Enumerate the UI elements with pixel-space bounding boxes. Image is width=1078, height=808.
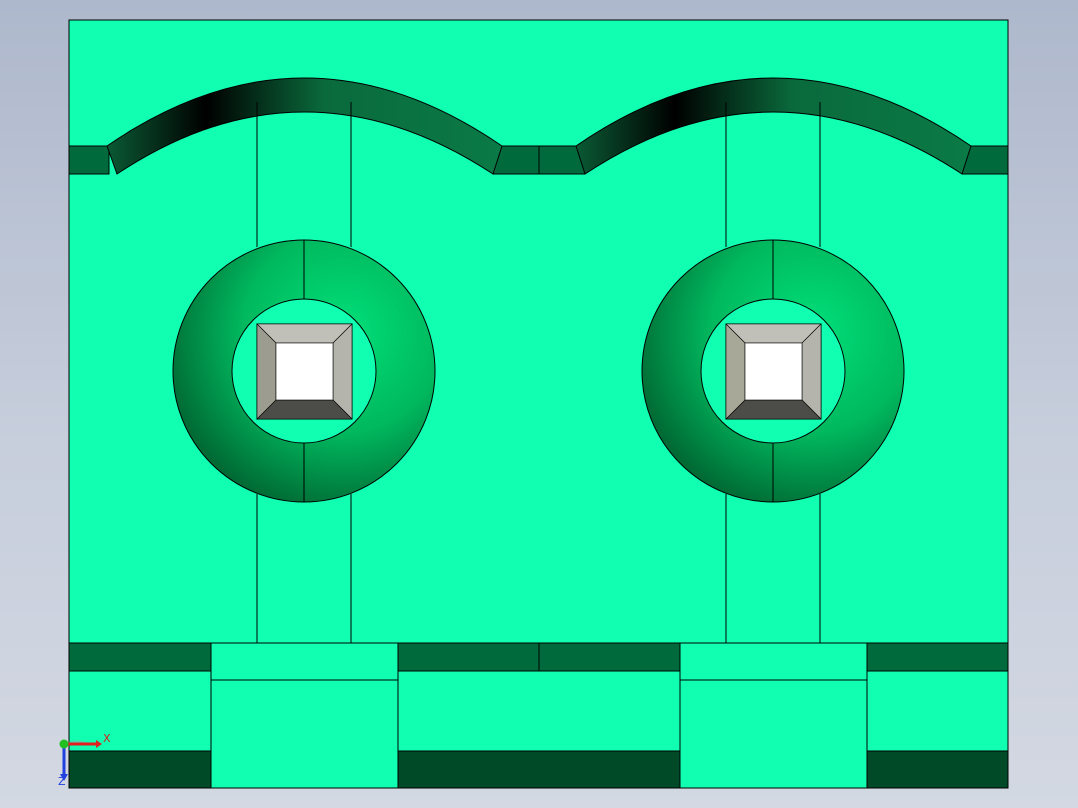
top-strip-left [68,145,110,175]
bottom-edge [397,750,681,789]
bottom-band [68,642,212,672]
bottom-edge [68,750,212,789]
square-hole-right[interactable] [725,323,822,420]
cad-model-view[interactable] [0,0,1078,808]
bottom-tab-left[interactable] [210,642,399,789]
graphics-viewport[interactable]: X Z [0,0,1078,808]
triad-z-label: Z [58,775,66,788]
square-hole-left[interactable] [256,323,353,420]
bottom-band [866,642,1009,672]
triad-x-label: X [103,732,111,745]
bottom-edge [866,750,1009,789]
bottom-band [397,642,540,672]
bottom-band [538,642,681,672]
bottom-tab-right[interactable] [679,642,868,789]
